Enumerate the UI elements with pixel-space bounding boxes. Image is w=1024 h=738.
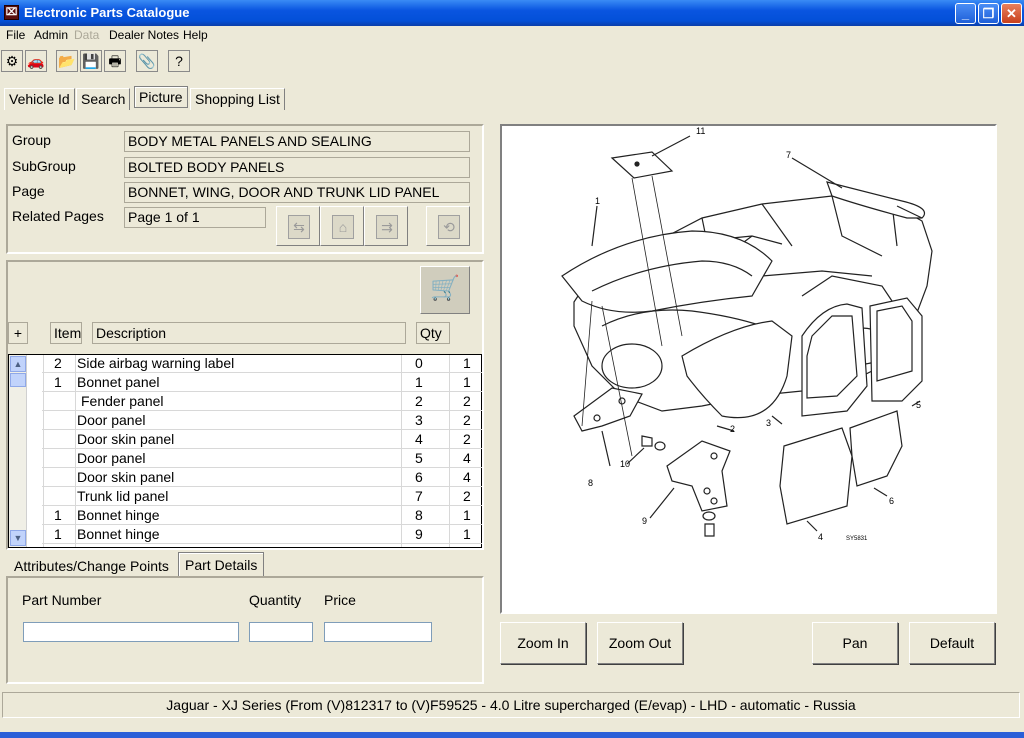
page-field: BONNET, WING, DOOR AND TRUNK LID PANEL — [124, 182, 470, 203]
group-field: BODY METAL PANELS AND SEALING — [124, 131, 470, 152]
table-row[interactable]: Door skin panel 6 4 — [42, 468, 482, 487]
save-icon[interactable]: 💾 — [80, 50, 102, 72]
car-body-diagram: 11 7 1 2 3 5 8 10 9 6 4 SY5831 — [561, 126, 933, 542]
menu-data: Data — [74, 28, 100, 42]
shopping-cart-icon: 🛒 — [430, 275, 460, 302]
open-folder-icon[interactable]: 📂 — [56, 50, 78, 72]
callout-8: 8 — [588, 478, 593, 488]
page-label: Page — [12, 183, 45, 199]
callout-4: 4 — [818, 532, 823, 542]
parts-diagram[interactable]: 11 7 1 2 3 5 8 10 9 6 4 SY5831 — [500, 124, 997, 614]
menu-dealer-notes[interactable]: Dealer Notes — [109, 28, 179, 42]
part-number-field[interactable] — [23, 622, 239, 642]
column-plus[interactable]: + — [8, 322, 28, 344]
subgroup-field: BOLTED BODY PANELS — [124, 157, 470, 178]
prev-page-icon: ⇆ — [288, 215, 310, 239]
zoom-in-button[interactable]: Zoom In — [500, 622, 586, 664]
next-page-button[interactable]: ⇉ — [364, 206, 408, 246]
column-description[interactable]: Description — [92, 322, 406, 344]
quantity-field[interactable] — [249, 622, 313, 642]
scroll-thumb[interactable] — [10, 373, 26, 387]
table-row[interactable]: 1 Bonnet panel 1 1 — [42, 373, 482, 392]
app-icon: ⌧ — [4, 5, 19, 20]
column-item[interactable]: Item — [50, 322, 82, 344]
callout-10: 10 — [620, 459, 630, 469]
window-title: Electronic Parts Catalogue — [24, 5, 190, 20]
pan-button[interactable]: Pan — [812, 622, 898, 664]
callout-6: 6 — [889, 496, 894, 506]
tab-vehicle-id[interactable]: Vehicle Id — [4, 88, 75, 110]
next-page-icon: ⇉ — [376, 215, 398, 239]
related-pages-field: Page 1 of 1 — [124, 207, 266, 228]
menu-admin[interactable]: Admin — [34, 28, 68, 42]
table-row[interactable]: Door panel 3 2 — [42, 411, 482, 430]
price-field[interactable] — [324, 622, 432, 642]
vehicle-tool-icon[interactable]: ⚙ — [1, 50, 23, 72]
table-scrollbar[interactable]: ▲ ▼ — [9, 355, 27, 547]
table-row[interactable]: Trunk lid panel 7 2 — [42, 487, 482, 506]
callout-5: 5 — [916, 400, 921, 410]
callout-1: 1 — [595, 196, 600, 206]
subgroup-label: SubGroup — [12, 158, 76, 174]
part-number-label: Part Number — [22, 592, 102, 608]
tab-part-details[interactable]: Part Details — [178, 552, 265, 576]
callout-2: 2 — [730, 424, 735, 434]
tab-attributes-change-points[interactable]: Attributes/Change Points — [14, 558, 169, 574]
callout-7: 7 — [786, 150, 791, 160]
home-page-button[interactable]: ⌂ — [320, 206, 364, 246]
print-icon[interactable]: 🖶 — [104, 50, 126, 72]
default-button[interactable]: Default — [909, 622, 995, 664]
table-row[interactable]: Door skin panel 4 2 — [42, 430, 482, 449]
callout-11: 11 — [696, 126, 705, 136]
group-label: Group — [12, 132, 51, 148]
help-icon[interactable]: ? — [168, 50, 190, 72]
related-pages-label: Related Pages — [12, 208, 104, 224]
prev-page-button[interactable]: ⇆ — [276, 206, 320, 246]
table-row[interactable]: 2 Side airbag warning label 0 1 — [42, 354, 482, 373]
column-qty[interactable]: Qty — [416, 322, 450, 344]
minimize-button[interactable]: _ — [955, 3, 976, 24]
scroll-up-button[interactable]: ▲ — [10, 356, 26, 372]
maximize-button[interactable]: ❐ — [978, 3, 999, 24]
quantity-label: Quantity — [249, 592, 302, 608]
callout-3: 3 — [766, 418, 771, 428]
refresh-page-button[interactable]: ⟲ — [426, 206, 470, 246]
close-button[interactable]: ✕ — [1001, 3, 1022, 24]
table-row[interactable]: 1 Bonnet hinge 8 1 — [42, 506, 482, 525]
window-bottom-border — [0, 732, 1024, 738]
home-icon: ⌂ — [332, 215, 354, 239]
attach-icon[interactable]: 📎 — [136, 50, 158, 72]
zoom-out-button[interactable]: Zoom Out — [597, 622, 683, 664]
tab-picture[interactable]: Picture — [134, 86, 188, 108]
tab-shopping-list[interactable]: Shopping List — [190, 88, 285, 110]
menu-help[interactable]: Help — [183, 28, 208, 42]
status-bar: Jaguar - XJ Series (From (V)812317 to (V… — [2, 692, 1020, 718]
table-row[interactable]: Fender panel 2 2 — [42, 392, 482, 411]
price-label: Price — [324, 592, 356, 608]
car-icon[interactable]: 🚗 — [25, 50, 47, 72]
tab-search[interactable]: Search — [76, 88, 131, 110]
table-row[interactable]: Door panel 5 4 — [42, 449, 482, 468]
scroll-down-button[interactable]: ▼ — [10, 530, 26, 546]
table-row[interactable]: 1 Bonnet hinge 9 1 — [42, 525, 482, 544]
menu-file[interactable]: File — [6, 28, 25, 42]
title-bar: ⌧ Electronic Parts Catalogue _ ❐ ✕ — [0, 0, 1024, 26]
callout-9: 9 — [642, 516, 647, 526]
diagram-reference: SY5831 — [846, 536, 868, 542]
add-to-cart-button[interactable]: 🛒 — [420, 266, 470, 314]
refresh-icon: ⟲ — [438, 215, 460, 239]
